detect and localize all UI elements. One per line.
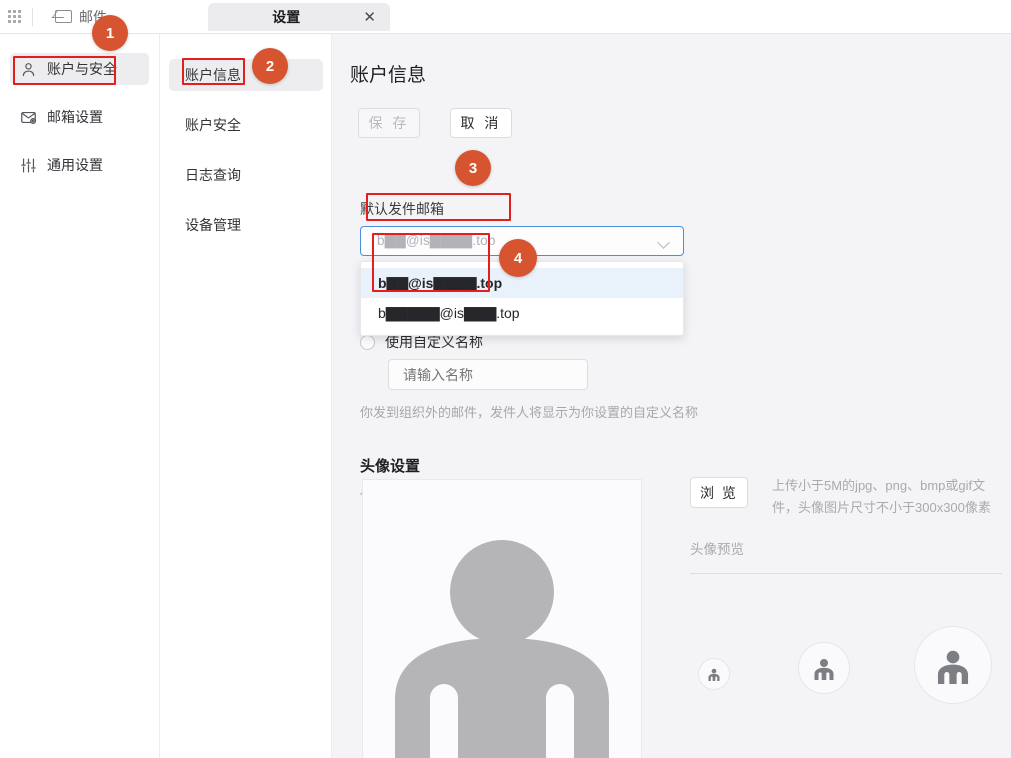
cancel-button[interactable]: 取 消 (450, 108, 512, 138)
sidebar-item-account-security[interactable]: 账户与安全 (10, 53, 149, 85)
user-icon (20, 61, 37, 78)
avatar-preview-small (698, 658, 730, 690)
sidebar-list: 账户与安全 邮箱设置 (0, 34, 159, 181)
avatar-preview-row (690, 626, 1002, 736)
default-sender-value: b▇▇@is▇▇▇▇.top (377, 233, 496, 249)
sidebar-item-general-settings[interactable]: 通用设置 (10, 149, 149, 181)
sidebar: 账户与安全 邮箱设置 (0, 34, 160, 758)
page-title: 账户信息 (350, 60, 426, 87)
sub-nav-list: 账户信息 账户安全 日志查询 设备管理 (161, 34, 331, 241)
chevron-down-icon (659, 238, 670, 245)
subnav-item-label: 设备管理 (185, 215, 241, 235)
divider (690, 573, 1002, 574)
tab-settings-label: 设置 (222, 7, 350, 27)
envelope-icon (55, 10, 72, 23)
close-icon[interactable]: ✕ (363, 10, 376, 25)
subnav-item-label: 账户信息 (185, 65, 241, 85)
custom-name-input[interactable] (388, 359, 588, 390)
custom-name-radio[interactable] (360, 335, 375, 350)
person-icon (934, 646, 972, 684)
mail-settings-icon (20, 109, 37, 126)
custom-name-hint: 你发到组织外的邮件，发件人将显示为你设置的自定义名称 (360, 402, 698, 421)
subnav-item-account-info[interactable]: 账户信息 (169, 59, 323, 91)
divider (32, 8, 33, 26)
subnav-item-label: 日志查询 (185, 165, 241, 185)
person-icon (707, 667, 721, 681)
subnav-item-account-security[interactable]: 账户安全 (169, 109, 323, 141)
dropdown-option[interactable]: b▇▇▇▇▇@is▇▇▇.top (361, 298, 683, 328)
subnav-item-label: 账户安全 (185, 115, 241, 135)
apps-grid-icon[interactable] (6, 9, 22, 25)
sidebar-item-mailbox-settings[interactable]: 邮箱设置 (10, 101, 149, 133)
default-sender-label: 默认发件邮箱 (360, 199, 444, 219)
content-pane: 账户信息 保 存 取 消 默认发件邮箱 b▇▇@is▇▇▇▇.top b▇▇@i… (332, 34, 1011, 758)
sub-nav: 账户信息 账户安全 日志查询 设备管理 (161, 34, 332, 758)
browse-button[interactable]: 浏 览 (690, 477, 748, 508)
sidebar-item-label: 账户与安全 (47, 59, 117, 79)
annotation-badge-4: 4 (499, 239, 537, 277)
tab-settings[interactable]: 设置 ✕ (208, 3, 390, 31)
action-buttons: 保 存 取 消 (358, 108, 512, 138)
person-icon (812, 656, 836, 680)
subnav-item-log-query[interactable]: 日志查询 (169, 159, 323, 191)
avatar-placeholder (362, 479, 642, 758)
upload-hint: 上传小于5M的jpg、png、bmp或gif文件，头像图片尺寸不小于300x30… (772, 475, 1000, 519)
top-tab-bar: 邮件 设置 ✕ (0, 0, 1011, 34)
annotation-badge-1: 1 (92, 15, 128, 51)
save-button[interactable]: 保 存 (358, 108, 420, 138)
avatar-preview-label: 头像预览 (690, 538, 744, 558)
sidebar-item-label: 通用设置 (47, 155, 103, 175)
person-silhouette-icon (382, 514, 622, 758)
annotation-badge-2: 2 (252, 48, 288, 84)
sidebar-item-label: 邮箱设置 (47, 107, 103, 127)
settings-window: 邮件 设置 ✕ 账户与安全 (0, 0, 1011, 758)
annotation-badge-3: 3 (455, 150, 491, 186)
avatar-preview-medium (798, 642, 850, 694)
subnav-item-device-management[interactable]: 设备管理 (169, 209, 323, 241)
avatar-section-title: 头像设置 (360, 455, 420, 476)
sliders-icon (20, 157, 37, 174)
avatar-preview-large (914, 626, 992, 704)
